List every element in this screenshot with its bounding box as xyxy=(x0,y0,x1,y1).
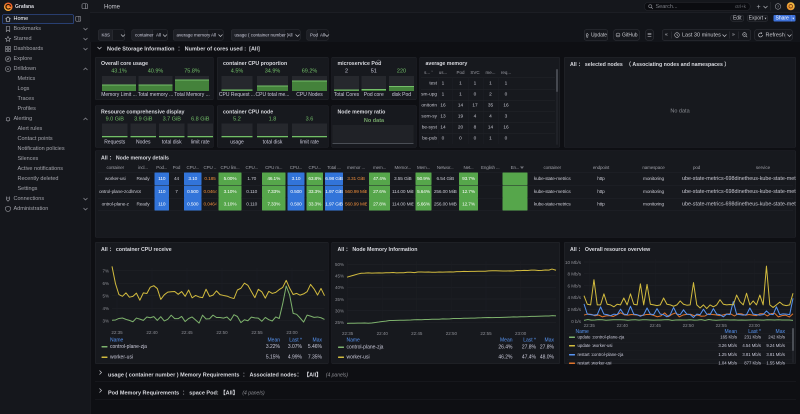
svg-text:50%: 50% xyxy=(335,262,344,267)
svg-text:?: ? xyxy=(777,5,779,9)
svg-text:10 Mb/s: 10 Mb/s xyxy=(565,260,582,265)
svg-text:7%: 7% xyxy=(102,268,109,273)
svg-text:30%: 30% xyxy=(335,308,344,313)
svg-text:6%: 6% xyxy=(102,281,109,286)
svg-text:6 Mb/s: 6 Mb/s xyxy=(567,283,581,288)
svg-text:4 Mb/s: 4 Mb/s xyxy=(567,295,581,300)
svg-text:45%: 45% xyxy=(335,274,344,279)
svg-text:25%: 25% xyxy=(335,320,344,325)
svg-text:40%: 40% xyxy=(335,285,344,290)
svg-text:5%: 5% xyxy=(102,293,109,298)
svg-text:4%: 4% xyxy=(102,306,109,311)
svg-text:3%: 3% xyxy=(102,318,109,323)
svg-text:8 Mb/s: 8 Mb/s xyxy=(567,272,581,277)
svg-text:35%: 35% xyxy=(335,297,344,302)
svg-text:2 Mb/s: 2 Mb/s xyxy=(567,307,581,312)
